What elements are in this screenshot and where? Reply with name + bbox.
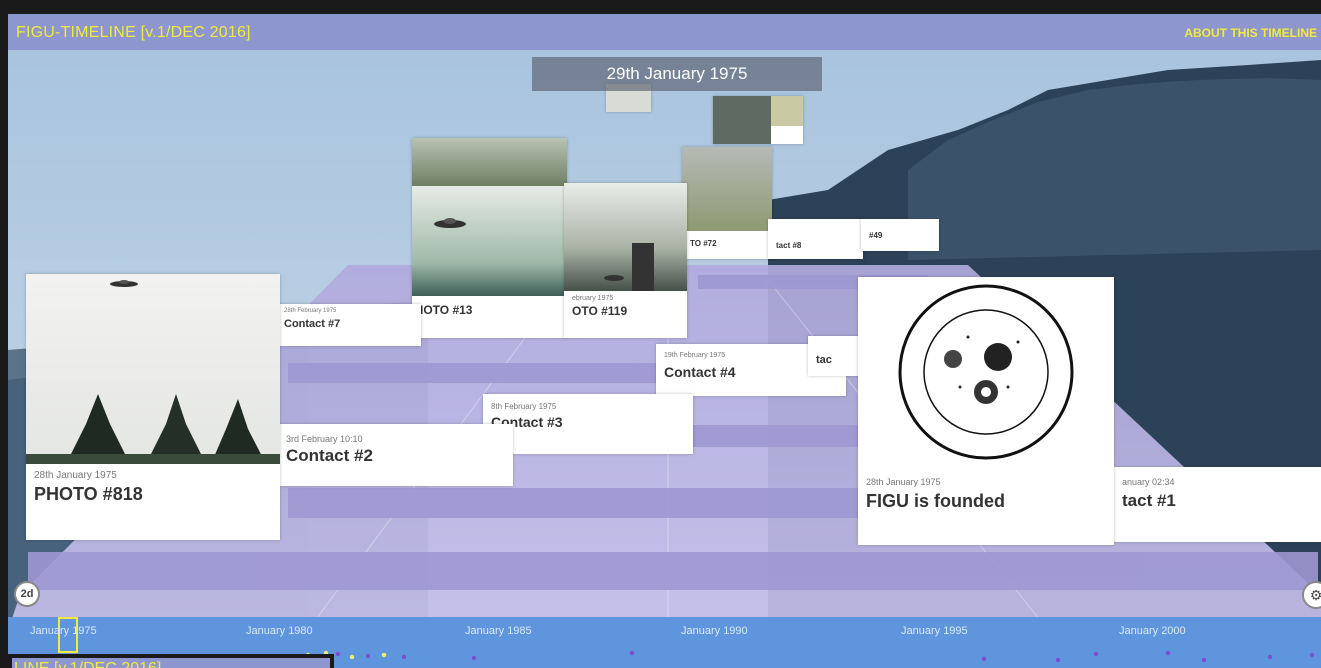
event-card-contact-8[interactable]: tact #8 <box>768 219 863 259</box>
event-title: Contact #2 <box>286 446 373 465</box>
event-date: 28th January 1975 <box>34 470 117 481</box>
event-card-photo-72[interactable]: TO #72 <box>682 147 772 259</box>
event-card-contact-1[interactable]: anuary 02:34 tact #1 <box>1114 467 1321 542</box>
event-title: PHOTO #818 <box>34 484 143 504</box>
event-card-contact-2[interactable]: 3rd February 10:10 Contact #2 <box>278 424 513 486</box>
timeline-app: FIGU-TIMELINE [v.1/DEC 2016] ABOUT THIS … <box>8 14 1321 668</box>
event-photo <box>412 186 567 296</box>
screen-frame: FIGU-TIMELINE [v.1/DEC 2016] ABOUT THIS … <box>0 0 1321 668</box>
ufo-trees-icon <box>26 280 280 464</box>
about-timeline-link[interactable]: ABOUT THIS TIMELINE <box>1184 26 1317 40</box>
event-card-photo-13[interactable]: IOTO #13 <box>412 138 567 338</box>
background-window-title: LINE [v.1/DEC 2016] <box>14 660 161 668</box>
view-2d-toggle-button[interactable]: 2d <box>14 581 40 607</box>
event-date: 28th January 1975 <box>866 477 941 487</box>
ufo-icon <box>604 243 654 291</box>
event-photo <box>564 183 687 291</box>
event-date: anuary 02:34 <box>1122 477 1175 487</box>
event-card-contact-7[interactable]: 28th February 1975 Contact #7 <box>276 304 421 346</box>
event-title: Contact #4 <box>664 364 736 380</box>
event-title: #49 <box>869 231 883 240</box>
app-title: FIGU-TIMELINE [v.1/DEC 2016] <box>16 24 251 41</box>
event-title: IOTO #13 <box>420 303 473 317</box>
event-photo <box>412 138 567 186</box>
event-date: ebruary 1975 <box>572 295 614 302</box>
seal-image <box>858 277 1114 467</box>
event-date: 19th February 1975 <box>664 352 726 359</box>
event-date: 3rd February 10:10 <box>286 434 363 444</box>
event-photo <box>771 96 803 126</box>
ufo-icon <box>434 218 466 228</box>
focus-date-label: 29th January 1975 <box>532 57 822 91</box>
event-card-distant[interactable] <box>713 96 803 144</box>
event-title: tact #1 <box>1122 491 1176 510</box>
event-title: tac <box>816 354 832 366</box>
event-date: 8th February 1975 <box>491 402 557 411</box>
seal-icon <box>898 284 1074 460</box>
event-photo <box>682 147 772 231</box>
event-card-photo-119[interactable]: ebruary 1975 OTO #119 <box>564 183 687 338</box>
event-date: 28th February 1975 <box>284 308 337 314</box>
event-card-figu-founded[interactable]: 28th January 1975 FIGU is founded <box>858 277 1114 545</box>
event-photo <box>26 274 280 464</box>
background-window-titlebar[interactable]: LINE [v.1/DEC 2016] <box>8 654 334 668</box>
event-card-49[interactable]: #49 <box>861 219 939 251</box>
event-card-photo-818[interactable]: 28th January 1975 PHOTO #818 <box>26 274 280 540</box>
event-title: FIGU is founded <box>866 491 1005 511</box>
event-title: OTO #119 <box>572 304 628 318</box>
event-title: TO #72 <box>690 239 717 248</box>
event-card-contact-3[interactable]: 8th February 1975 Contact #3 <box>483 394 693 454</box>
event-title: tact #8 <box>776 241 802 250</box>
event-title: Contact #7 <box>284 318 341 330</box>
event-photo <box>713 96 771 144</box>
top-bar: FIGU-TIMELINE [v.1/DEC 2016] ABOUT THIS … <box>8 14 1321 50</box>
